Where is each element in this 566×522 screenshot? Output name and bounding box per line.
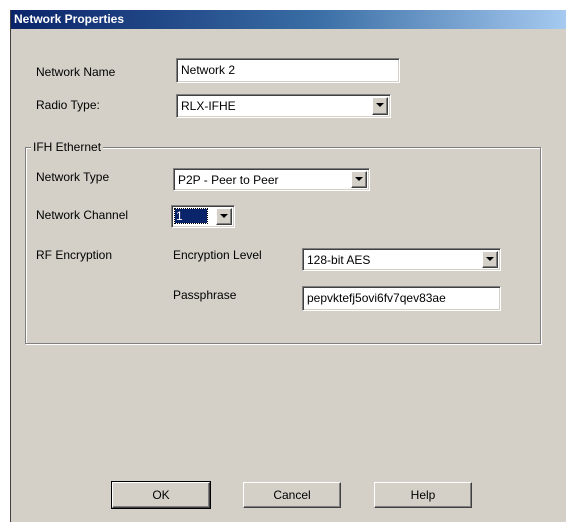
passphrase-value: pepvktefj5ovi6fv7qev83ae [307,291,446,305]
network-name-input[interactable]: Network 2 [176,58,400,83]
encryption-level-select[interactable]: 128-bit AES [302,248,501,271]
network-type-value: P2P - Peer to Peer [178,173,279,187]
window-title: Network Properties [14,12,125,26]
rf-encryption-label: RF Encryption [36,248,113,262]
chevron-down-icon[interactable] [216,208,232,225]
radio-type-value: RLX-IFHE [181,99,236,113]
chevron-down-icon[interactable] [372,97,388,115]
title-bar[interactable]: Network Properties [11,10,566,29]
network-channel-label: Network Channel [36,208,129,222]
encryption-level-label: Encryption Level [173,248,262,262]
cancel-button[interactable]: Cancel [243,482,341,508]
radio-type-label: Radio Type: [36,98,100,112]
network-channel-value: 1 [174,208,208,224]
network-type-label: Network Type [36,170,110,184]
passphrase-label: Passphrase [173,288,237,302]
network-name-label: Network Name [36,65,116,79]
passphrase-input[interactable]: pepvktefj5ovi6fv7qev83ae [302,286,501,311]
network-channel-select[interactable]: 1 [171,205,235,228]
chevron-down-icon[interactable] [351,171,367,188]
ifh-ethernet-group-label: IFH Ethernet [31,140,104,154]
ok-button[interactable]: OK [111,481,211,509]
network-name-value: Network 2 [181,63,236,77]
radio-type-select[interactable]: RLX-IFHE [176,94,391,118]
help-button[interactable]: Help [374,482,472,508]
network-properties-dialog: Network Properties Network Name Network … [10,10,566,522]
encryption-level-value: 128-bit AES [307,253,371,267]
network-type-select[interactable]: P2P - Peer to Peer [173,168,370,191]
chevron-down-icon[interactable] [482,251,498,268]
